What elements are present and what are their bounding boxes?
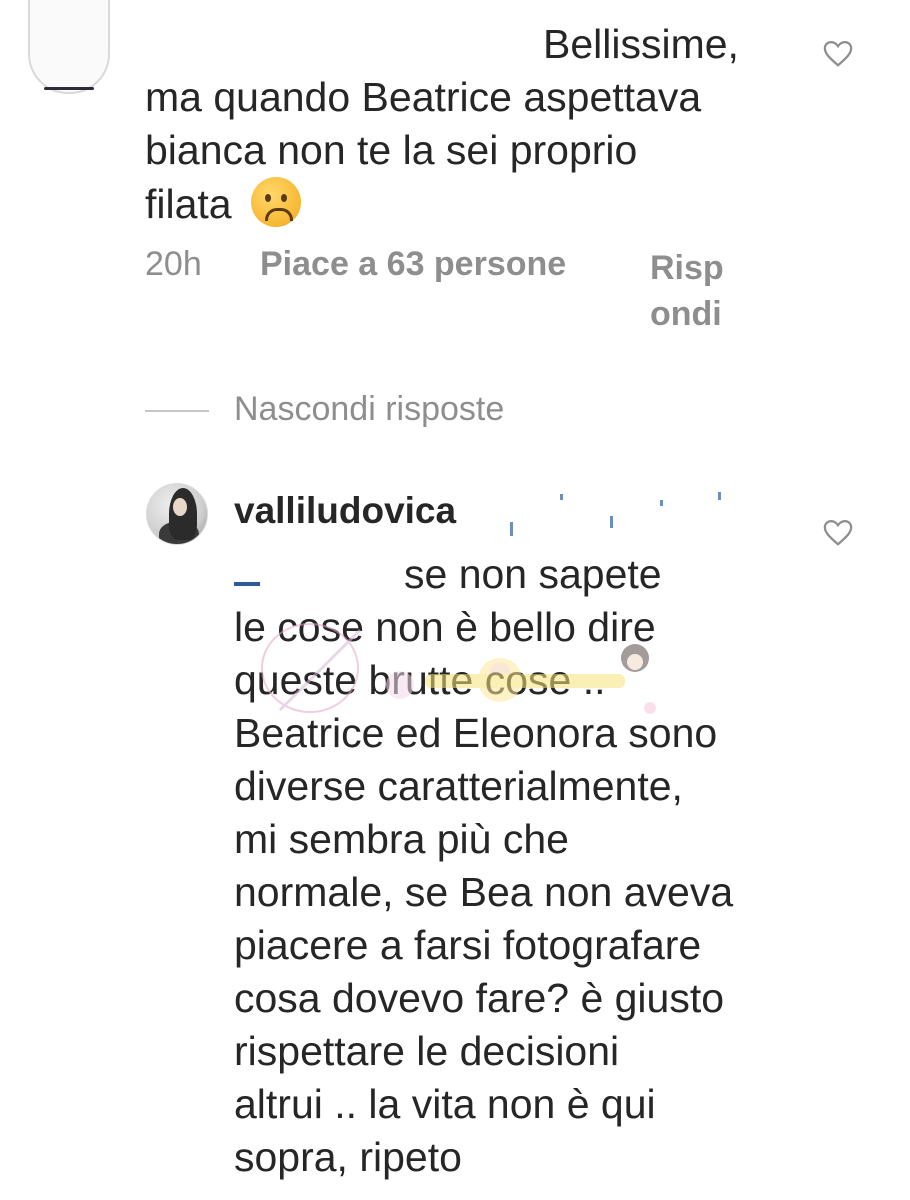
reply-avatar[interactable]	[146, 483, 208, 545]
reply-line: altrui .. la vita non è qui	[234, 1081, 656, 1127]
reply-line: diverse caratterialmente,	[234, 763, 683, 809]
commenter-avatar[interactable]	[28, 0, 110, 94]
comment-line: Bellissime,	[543, 21, 739, 67]
reply-button[interactable]: Risp ondi	[650, 245, 740, 337]
like-heart-icon[interactable]	[823, 519, 853, 547]
reply-line: se non sapete	[404, 551, 662, 597]
reply-line: queste brutte cose ..	[234, 657, 606, 703]
comment-line: bianca non te la sei proprio	[145, 127, 638, 173]
reply-username[interactable]: valliludovica	[234, 490, 456, 532]
reply-line: sopra, ripeto	[234, 1134, 462, 1180]
like-heart-icon[interactable]	[823, 40, 853, 68]
replies-divider	[145, 410, 209, 412]
reply-line: rispettare le decisioni	[234, 1028, 620, 1074]
hide-replies-button[interactable]: Nascondi risposte	[234, 390, 504, 429]
reply-text: se non sapete le cose non è bello dire q…	[234, 548, 814, 1184]
reply-line: normale, se Bea non aveva	[234, 869, 734, 915]
reply-line: Beatrice ed Eleonora sono	[234, 710, 718, 756]
reply-line: piacere a farsi fotografare	[234, 922, 702, 968]
redacted-mention	[500, 492, 725, 540]
comment-line: filata	[145, 181, 232, 227]
comment-timestamp: 20h	[145, 245, 202, 283]
reply-line: cosa dovevo fare? è giusto	[234, 975, 725, 1021]
comment-line: ma quando Beatrice aspettava	[145, 74, 702, 120]
comment-text: Bellissime, ma quando Beatrice aspettava…	[145, 18, 785, 231]
reply-line: mi sembra più che	[234, 816, 569, 862]
reply-line: le cose non è bello dire	[234, 604, 656, 650]
likes-count-link[interactable]: Piace a 63 persone	[260, 245, 566, 284]
worried-face-emoji	[251, 177, 302, 227]
